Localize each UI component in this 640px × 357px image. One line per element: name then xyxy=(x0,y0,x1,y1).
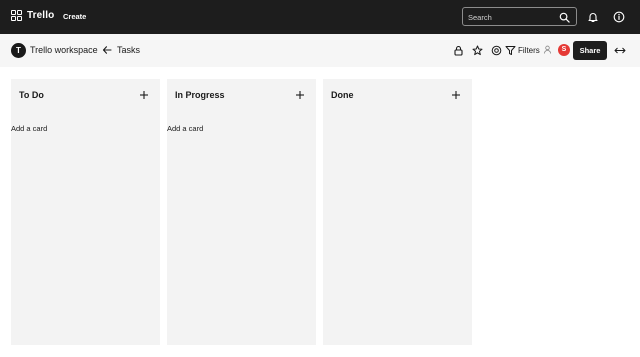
search-input[interactable] xyxy=(468,11,556,23)
add-card-button[interactable]: Add a card xyxy=(167,124,203,133)
plus-icon[interactable] xyxy=(139,90,149,100)
plus-icon[interactable] xyxy=(451,90,461,100)
filters-button[interactable]: Filters xyxy=(518,46,540,55)
list-done: Done xyxy=(323,79,472,345)
list-to-do: To Do Add a card xyxy=(11,79,160,345)
arrow-left-icon[interactable] xyxy=(102,45,112,55)
create-button[interactable]: Create xyxy=(63,12,86,21)
eye-icon[interactable] xyxy=(491,45,502,56)
bell-icon[interactable] xyxy=(587,11,599,23)
person-icon[interactable] xyxy=(543,45,552,54)
logo-text: Trello xyxy=(27,10,55,21)
search-box[interactable] xyxy=(462,7,577,26)
board-title[interactable]: Tasks xyxy=(117,45,140,55)
star-icon[interactable] xyxy=(472,45,483,56)
expand-arrows-icon[interactable] xyxy=(614,46,626,55)
list-title[interactable]: Done xyxy=(331,90,354,100)
list-in-progress: In Progress Add a card xyxy=(167,79,316,345)
trello-logo[interactable]: Trello xyxy=(11,10,54,21)
filter-icon[interactable] xyxy=(505,45,516,56)
workspace-name[interactable]: Trello workspace xyxy=(30,45,98,55)
plus-icon[interactable] xyxy=(295,90,305,100)
user-avatar[interactable]: S xyxy=(558,44,570,56)
list-title[interactable]: In Progress xyxy=(175,90,225,100)
add-card-button[interactable]: Add a card xyxy=(11,124,47,133)
search-icon[interactable] xyxy=(559,12,570,23)
board-header: T Trello workspace Tasks Filters S Share xyxy=(0,34,640,67)
lock-icon[interactable] xyxy=(453,45,464,56)
list-title[interactable]: To Do xyxy=(19,90,44,100)
grid-icon xyxy=(11,10,22,21)
top-bar: Trello Create xyxy=(0,0,640,34)
share-button[interactable]: Share xyxy=(573,41,607,60)
info-icon[interactable] xyxy=(613,11,625,23)
workspace-avatar[interactable]: T xyxy=(11,43,26,58)
